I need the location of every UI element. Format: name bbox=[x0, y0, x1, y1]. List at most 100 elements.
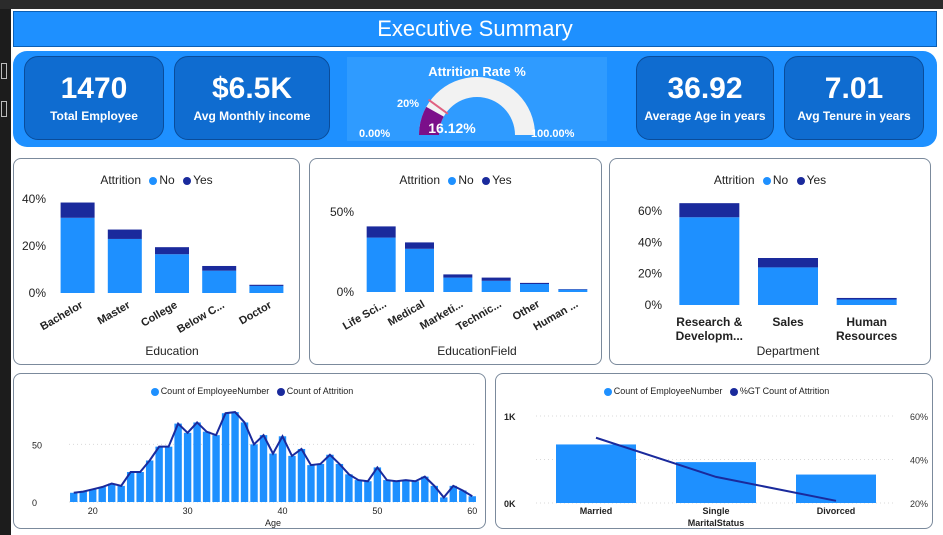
bar-yes bbox=[107, 229, 142, 239]
education-bar-chart: 0% 20% 40% Bachelor Master CollegeBelow C... D… bbox=[22, 192, 284, 358]
x-tick-label: Developm... bbox=[676, 329, 743, 343]
kpi-card-total-employee[interactable]: 1470 Total Employee bbox=[24, 56, 164, 140]
bar-no bbox=[558, 289, 588, 292]
x-tick-label: Resources bbox=[836, 329, 898, 343]
age-bar bbox=[202, 431, 211, 502]
age-bar bbox=[183, 432, 192, 502]
x-axis-title: Age bbox=[265, 518, 281, 528]
bar-yes bbox=[758, 258, 818, 268]
age-bar bbox=[231, 412, 239, 502]
x-tick-label: 30 bbox=[183, 506, 193, 516]
x-tick-label: College bbox=[139, 299, 179, 329]
attrition-rate-gauge[interactable]: Attrition Rate % 16.12% 0.00% 100.00% 20… bbox=[347, 57, 607, 141]
educationfield-chart-panel[interactable]: Attrition No Yes 0% 50% Life Sci... Medical… bbox=[309, 158, 602, 365]
bar-no bbox=[443, 277, 473, 292]
x-tick-label: Sales bbox=[772, 315, 804, 329]
bar-yes bbox=[155, 247, 189, 255]
side-toolbar bbox=[0, 9, 11, 535]
bar-yes bbox=[481, 277, 511, 281]
report-canvas: Executive Summary 1470 Total Employee $6… bbox=[11, 9, 943, 535]
bar-no bbox=[679, 217, 740, 305]
y-tick-label: 1K bbox=[504, 412, 516, 422]
age-bar bbox=[259, 435, 268, 502]
age-bar bbox=[326, 454, 334, 502]
educationfield-bar-chart: 0%50%Life Sci...MedicalMarketi...Technic… bbox=[330, 205, 588, 358]
y-tick-label: 0% bbox=[337, 285, 355, 299]
age-bar bbox=[269, 453, 277, 502]
bar-no bbox=[520, 284, 549, 292]
toolbar-icon[interactable] bbox=[1, 101, 7, 117]
bar-no bbox=[107, 238, 142, 293]
bar-yes bbox=[202, 265, 237, 271]
bar-yes bbox=[679, 203, 740, 218]
age-bar bbox=[89, 489, 97, 502]
age-bar bbox=[364, 481, 372, 502]
kpi-card-avg-monthly-income[interactable]: $6.5K Avg Monthly income bbox=[174, 56, 330, 140]
age-bar bbox=[240, 422, 249, 502]
x-tick-label: 40 bbox=[277, 506, 287, 516]
age-bar bbox=[136, 472, 144, 502]
age-bar bbox=[392, 481, 401, 502]
bar-no bbox=[836, 299, 897, 305]
age-bar bbox=[70, 492, 78, 502]
x-tick-label: Doctor bbox=[237, 299, 274, 327]
bar-no bbox=[60, 217, 95, 293]
x-tick-label: Bachelor bbox=[38, 299, 85, 333]
kpi-value: 7.01 bbox=[824, 72, 884, 105]
age-bar bbox=[212, 435, 220, 502]
age-bar bbox=[164, 446, 173, 502]
gauge-title: Attrition Rate % bbox=[428, 64, 526, 79]
education-chart-panel[interactable]: Attrition No Yes 0% 20% 40% Bachelor Master C… bbox=[13, 158, 300, 365]
kpi-card-average-age[interactable]: 36.92 Average Age in years bbox=[636, 56, 774, 140]
kpi-value: $6.5K bbox=[211, 72, 293, 105]
y-tick-label: 0% bbox=[645, 298, 663, 312]
kpi-card-avg-tenure[interactable]: 7.01 Avg Tenure in years bbox=[784, 56, 924, 140]
kpi-value: 36.92 bbox=[667, 72, 743, 105]
age-bar bbox=[335, 463, 344, 502]
bar-yes bbox=[443, 274, 473, 278]
age-bar bbox=[345, 474, 353, 502]
age-bar bbox=[193, 422, 201, 502]
y-tick-label: 40% bbox=[638, 235, 662, 249]
x-axis-title: MaritalStatus bbox=[688, 518, 745, 528]
page-title: Executive Summary bbox=[13, 11, 937, 47]
age-bar bbox=[411, 481, 420, 502]
bar-yes bbox=[405, 242, 434, 249]
marital-bar bbox=[556, 444, 636, 503]
gauge-graphic: Attrition Rate % 16.12% 0.00% 100.00% 20… bbox=[359, 64, 575, 140]
age-bar bbox=[288, 455, 296, 502]
bar-no bbox=[758, 267, 818, 305]
kpi-band: 1470 Total Employee $6.5K Avg Monthly in… bbox=[13, 51, 937, 147]
y2-tick-label: 20% bbox=[910, 499, 928, 509]
department-bar-chart: 0% 20% 40% 60% Research &Developm... Sales Hum… bbox=[638, 203, 898, 358]
department-chart-panel[interactable]: Attrition No Yes 0% 20% 40% 60% Research & De… bbox=[609, 158, 931, 365]
gauge-target-label: 20% bbox=[397, 98, 419, 110]
x-tick-label: Below C... bbox=[175, 299, 227, 336]
age-bar bbox=[354, 480, 363, 502]
y2-tick-label: 60% bbox=[910, 412, 928, 422]
bar-yes bbox=[366, 226, 396, 238]
age-chart-panel[interactable]: Count of EmployeeNumber Count of Attriti… bbox=[13, 373, 486, 529]
age-bar bbox=[174, 423, 182, 502]
x-tick-label: Single bbox=[702, 506, 729, 516]
bar-no bbox=[202, 270, 237, 293]
age-bar bbox=[316, 463, 325, 502]
bar-no bbox=[366, 237, 396, 292]
y-tick-label: 0% bbox=[29, 286, 47, 300]
x-tick-label: Life Sci... bbox=[341, 298, 389, 333]
marital-bar bbox=[796, 474, 876, 503]
kpi-value: 1470 bbox=[60, 72, 128, 105]
age-bar bbox=[468, 496, 476, 502]
bar-yes bbox=[520, 282, 549, 284]
x-axis-title: Education bbox=[145, 344, 198, 358]
age-bar bbox=[402, 480, 410, 502]
x-tick-label: 60 bbox=[467, 506, 477, 516]
maritalstatus-chart-panel[interactable]: Count of EmployeeNumber %GT Count of Att… bbox=[495, 373, 933, 529]
y-tick-label: 40% bbox=[22, 192, 46, 206]
y-tick-label: 50 bbox=[32, 440, 42, 450]
toolbar-icon[interactable] bbox=[1, 63, 7, 79]
bar-yes bbox=[60, 202, 95, 218]
x-tick-label: Research & bbox=[676, 315, 742, 329]
age-bar bbox=[145, 460, 154, 502]
window-top-strip bbox=[0, 0, 943, 9]
